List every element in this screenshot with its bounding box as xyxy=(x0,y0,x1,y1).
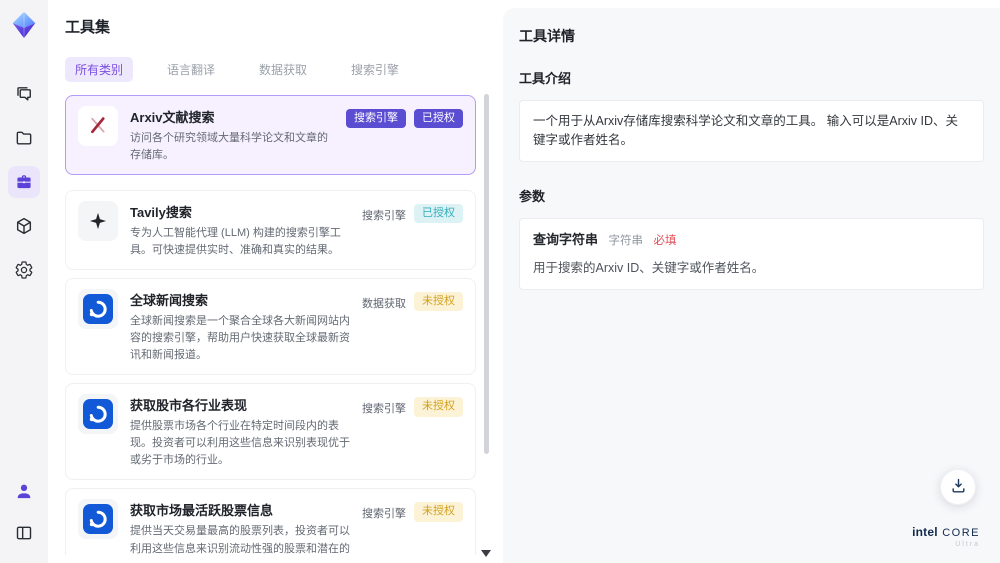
download-button[interactable] xyxy=(940,469,976,505)
detail-title: 工具详情 xyxy=(519,28,575,44)
scrollbar[interactable] xyxy=(481,90,491,557)
tavily-icon xyxy=(78,201,118,242)
params-heading: 参数 xyxy=(519,188,546,204)
category-tabs: 所有类别 语言翻译 数据获取 搜索引擎 xyxy=(65,57,500,82)
tool-category-label: 搜索引擎 xyxy=(362,508,406,521)
tab-all-categories[interactable]: 所有类别 xyxy=(65,57,134,82)
tool-card[interactable]: Arxiv文献搜索 访问各个研究领域大量科学论文和文章的存储库。 搜索引擎 已授… xyxy=(65,95,476,176)
param-box: 查询字符串 字符串 必填 用于搜索的Arxiv ID、关键字或作者姓名。 xyxy=(519,217,984,290)
tool-auth-badge: 已授权 xyxy=(414,204,463,224)
param-desc: 用于搜索的Arxiv ID、关键字或作者姓名。 xyxy=(533,260,765,275)
tool-detail-panel: 工具详情 工具介绍 一个用于从Arxiv存储库搜索科学论文和文章的工具。 输入可… xyxy=(503,8,1000,563)
tool-description: 提供股票市场各个行业在特定时间段内的表现。投资者可以利用这些信息来识别表现优于或… xyxy=(130,420,350,467)
sidebar xyxy=(0,0,48,563)
tool-card[interactable]: 获取股市各行业表现 提供股票市场各个行业在特定时间段内的表现。投资者可以利用这些… xyxy=(65,383,476,481)
tool-card-main: 全球新闻搜索 全球新闻搜索是一个聚合全球各大新闻网站内容的搜索引擎，帮助用户快速… xyxy=(130,289,350,364)
sidebar-item-panel[interactable] xyxy=(8,517,40,549)
param-type: 字符串 xyxy=(608,234,644,247)
page-title: 工具集 xyxy=(65,19,111,36)
tool-list-panel: 工具集 所有类别 语言翻译 数据获取 搜索引擎 Arxiv文献搜索 访问各个研究领域大… xyxy=(48,0,500,563)
scroll-down-arrow-icon xyxy=(481,550,491,557)
tool-category-label: 搜索引擎 xyxy=(362,210,406,223)
tool-auth-badge: 未授权 xyxy=(414,292,463,312)
tool-category-label: 数据获取 xyxy=(362,298,406,311)
tool-description: 提供当天交易量最高的股票列表，投资者可以利用这些信息来识别流动性强的股票和潜在的… xyxy=(130,525,350,555)
tool-name: Tavily搜索 xyxy=(130,205,192,221)
app-window: 工具集 所有类别 语言翻译 数据获取 搜索引擎 Arxiv文献搜索 访问各个研究领域大… xyxy=(0,0,1000,563)
brand-sub: Ultra xyxy=(955,541,980,549)
tool-card-main: Tavily搜索 专为人工智能代理 (LLM) 构建的搜索引擎工具。可快速提供实… xyxy=(130,201,350,259)
sidebar-nav xyxy=(8,78,40,286)
tool-category-label: 搜索引擎 xyxy=(362,403,406,416)
download-icon xyxy=(949,476,968,498)
tool-name: 全球新闻搜索 xyxy=(130,293,209,309)
sidebar-item-toolbox[interactable] xyxy=(8,166,40,198)
brand-intel: intel xyxy=(912,524,938,539)
tool-auth-badge: 未授权 xyxy=(414,502,463,522)
intel-core-logo: intel core Ultra xyxy=(912,523,980,549)
tool-card[interactable]: Tavily搜索 专为人工智能代理 (LLM) 构建的搜索引擎工具。可快速提供实… xyxy=(65,190,476,271)
param-required-badge: 必填 xyxy=(653,234,677,247)
tool-card-badges: 搜索引擎 未授权 xyxy=(362,394,463,469)
sidebar-item-folder[interactable] xyxy=(8,122,40,154)
tool-card-main: 获取市场最活跃股票信息 提供当天交易量最高的股票列表，投资者可以利用这些信息来识… xyxy=(130,499,350,555)
tool-auth-badge: 已授权 xyxy=(414,109,463,129)
scrollbar-thumb[interactable] xyxy=(484,94,489,454)
tool-name: 获取市场最活跃股票信息 xyxy=(130,503,274,519)
tool-description: 全球新闻搜索是一个聚合全球各大新闻网站内容的搜索引擎，帮助用户快速获取全球最新资… xyxy=(130,315,350,362)
tool-name: 获取股市各行业表现 xyxy=(130,398,248,414)
global-news-icon xyxy=(78,289,118,330)
tool-card-badges: 搜索引擎 未授权 xyxy=(362,499,463,555)
sidebar-bottom xyxy=(8,475,40,549)
chat-icon xyxy=(14,84,34,104)
app-logo-icon xyxy=(9,10,39,42)
intro-text: 一个用于从Arxiv存储库搜索科学论文和文章的工具。 输入可以是Arxiv ID… xyxy=(533,114,959,147)
tool-category-label: 搜索引擎 xyxy=(346,109,406,129)
gear-icon xyxy=(14,260,34,280)
tool-card-badges: 搜索引擎 已授权 xyxy=(362,201,463,259)
tool-card[interactable]: 获取市场最活跃股票信息 提供当天交易量最高的股票列表，投资者可以利用这些信息来识… xyxy=(65,488,476,555)
tool-card-badges: 搜索引擎 已授权 xyxy=(346,106,463,164)
tool-list: Arxiv文献搜索 访问各个研究领域大量科学论文和文章的存储库。 搜索引擎 已授… xyxy=(65,95,500,555)
tool-card-badges: 数据获取 未授权 xyxy=(362,289,463,364)
tool-description: 访问各个研究领域大量科学论文和文章的存储库。 xyxy=(130,132,328,162)
tool-name: Arxiv文献搜索 xyxy=(130,110,215,125)
tool-card-main: 获取股市各行业表现 提供股票市场各个行业在特定时间段内的表现。投资者可以利用这些… xyxy=(130,394,350,469)
tool-card-main: Arxiv文献搜索 访问各个研究领域大量科学论文和文章的存储库。 xyxy=(130,106,334,164)
tool-description: 专为人工智能代理 (LLM) 构建的搜索引擎工具。可快速提供实时、准确和真实的结… xyxy=(130,227,341,257)
sidebar-item-cube[interactable] xyxy=(8,210,40,242)
brand-core: core xyxy=(942,526,980,539)
layout-panel-icon xyxy=(14,523,34,543)
folder-icon xyxy=(14,128,34,148)
tool-auth-badge: 未授权 xyxy=(414,397,463,417)
tool-card[interactable]: 全球新闻搜索 全球新闻搜索是一个聚合全球各大新闻网站内容的搜索引擎，帮助用户快速… xyxy=(65,278,476,376)
sidebar-item-chat[interactable] xyxy=(8,78,40,110)
intro-heading: 工具介绍 xyxy=(519,71,572,86)
tab-language-translation[interactable]: 语言翻译 xyxy=(157,57,225,82)
user-icon xyxy=(14,481,34,501)
tab-data-fetch[interactable]: 数据获取 xyxy=(249,57,317,82)
intro-box: 一个用于从Arxiv存储库搜索科学论文和文章的工具。 输入可以是Arxiv ID… xyxy=(519,100,984,162)
sidebar-item-settings[interactable] xyxy=(8,254,40,286)
active-stocks-icon xyxy=(78,499,118,540)
arxiv-icon xyxy=(78,106,118,146)
param-head: 查询字符串 字符串 必填 xyxy=(533,230,970,250)
toolbox-icon xyxy=(14,172,34,192)
param-name: 查询字符串 xyxy=(533,231,599,247)
tab-search-engine[interactable]: 搜索引擎 xyxy=(341,57,409,82)
stock-sector-icon xyxy=(78,394,118,435)
sidebar-item-user[interactable] xyxy=(8,475,40,507)
cube-icon xyxy=(14,216,34,236)
